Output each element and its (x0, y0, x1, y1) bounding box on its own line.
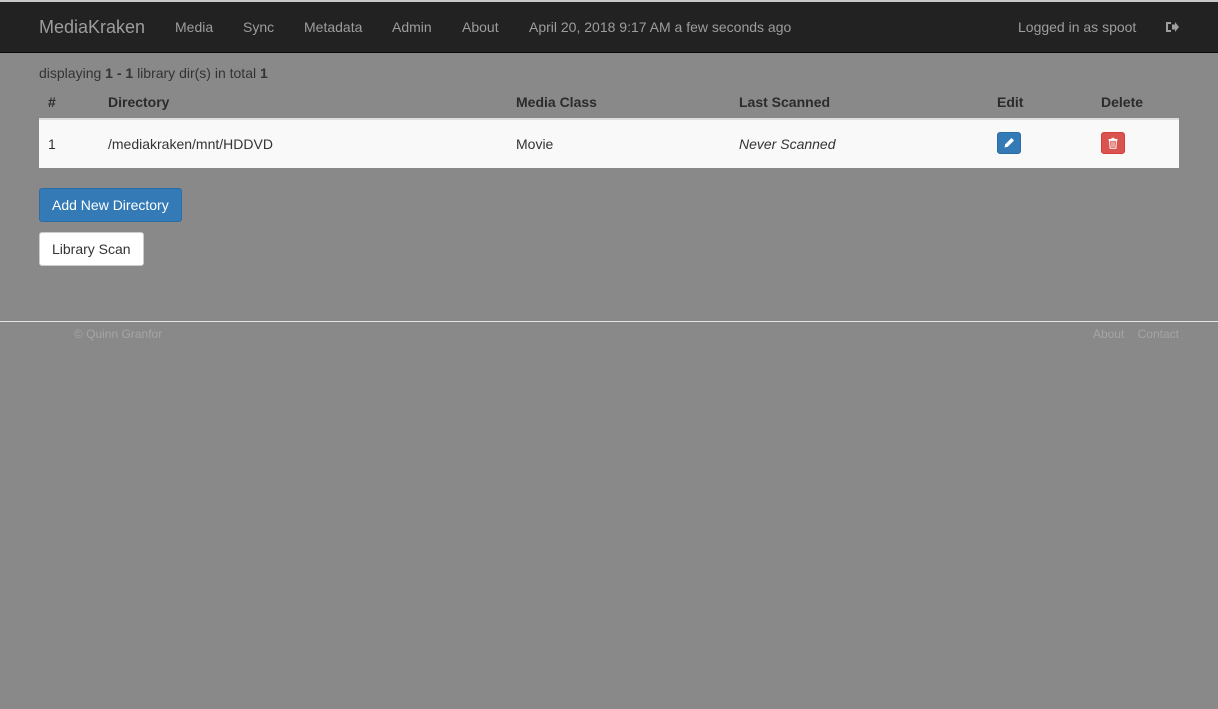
footer-divider (0, 321, 1218, 322)
add-new-directory-button[interactable]: Add New Directory (39, 188, 182, 222)
nav-media[interactable]: Media (175, 19, 213, 35)
current-datetime: April 20, 2018 9:17 AM a few seconds ago (529, 19, 792, 35)
footer-links: About Contact (1083, 327, 1179, 341)
row-last-scanned: Never Scanned (730, 119, 988, 168)
col-directory: Directory (99, 86, 507, 120)
library-scan-button[interactable]: Library Scan (39, 232, 144, 266)
table-header-row: # Directory Media Class Last Scanned Edi… (39, 86, 1179, 120)
nav-admin[interactable]: Admin (392, 19, 432, 35)
brand-link[interactable]: MediaKraken (39, 17, 145, 38)
nav-sync[interactable]: Sync (243, 19, 274, 35)
summary-total: 1 (259, 65, 268, 81)
summary-prefix: displaying (39, 65, 102, 81)
summary-middle: library dir(s) in total (137, 65, 257, 81)
pencil-icon (1004, 137, 1014, 147)
trash-icon (1108, 137, 1118, 149)
library-directory-table: # Directory Media Class Last Scanned Edi… (39, 86, 1179, 168)
row-edit-cell (988, 119, 1092, 168)
navbar: MediaKraken Media Sync Metadata Admin Ab… (0, 2, 1218, 53)
row-number: 1 (39, 119, 99, 168)
logged-in-user[interactable]: Logged in as spoot (1018, 19, 1136, 35)
row-media-class: Movie (507, 119, 730, 168)
col-number: # (39, 86, 99, 120)
row-delete-cell (1092, 119, 1179, 168)
footer-link-about[interactable]: About (1093, 327, 1124, 341)
sign-out-icon[interactable] (1165, 20, 1179, 34)
col-delete: Delete (1092, 86, 1179, 120)
display-summary: displaying 1 - 1 library dir(s) in total… (39, 65, 268, 81)
edit-button[interactable] (997, 131, 1021, 154)
footer-copyright: © Quinn Granfor (74, 327, 163, 341)
table-row: 1 /mediakraken/mnt/HDDVD Movie Never Sca… (39, 119, 1179, 168)
footer-link-contact[interactable]: Contact (1138, 327, 1179, 341)
col-edit: Edit (988, 86, 1092, 120)
summary-range: 1 - 1 (105, 65, 134, 81)
col-media-class: Media Class (507, 86, 730, 120)
nav-metadata[interactable]: Metadata (304, 19, 362, 35)
col-last-scanned: Last Scanned (730, 86, 988, 120)
row-directory: /mediakraken/mnt/HDDVD (99, 119, 507, 168)
nav-about[interactable]: About (462, 19, 499, 35)
delete-button[interactable] (1101, 131, 1125, 154)
